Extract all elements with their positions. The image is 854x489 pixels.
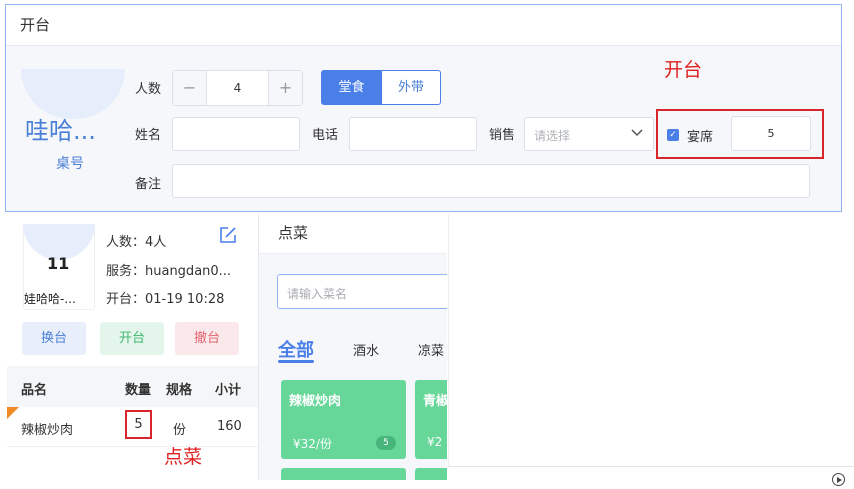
category-tab-drinks[interactable]: 酒水 bbox=[353, 340, 379, 359]
cancel-table-button[interactable]: 撤台 bbox=[175, 322, 239, 355]
row-dish-name: 辣椒炒肉 bbox=[21, 423, 74, 438]
phone-input[interactable] bbox=[349, 117, 477, 151]
column-header-name: 品名 bbox=[21, 383, 48, 398]
banquet-highlight: ✓ 宴席 5 bbox=[656, 109, 824, 159]
column-header-spec: 规格 bbox=[166, 383, 193, 398]
edit-icon[interactable] bbox=[218, 225, 238, 245]
chevron-down-icon bbox=[631, 129, 643, 137]
remark-input[interactable] bbox=[172, 164, 810, 198]
row-corner-marker bbox=[7, 407, 19, 419]
column-header-qty: 数量 bbox=[125, 383, 152, 398]
dish-card[interactable] bbox=[415, 468, 447, 480]
banquet-label: 宴席 bbox=[687, 130, 714, 145]
active-tab-indicator bbox=[278, 360, 314, 363]
dine-in-button[interactable]: 堂食 bbox=[321, 70, 382, 105]
table-number-label: 桌号 bbox=[56, 156, 84, 172]
dialog-header: 开台 bbox=[6, 5, 841, 46]
remark-label: 备注 bbox=[135, 177, 162, 192]
content-area bbox=[448, 214, 730, 466]
dish-card[interactable]: 青椒 ¥2 bbox=[415, 380, 447, 459]
dish-price: ¥2 bbox=[427, 435, 443, 449]
server-info: 服务：huangdan0... bbox=[106, 264, 232, 279]
sales-select-placeholder: 请选择 bbox=[534, 129, 571, 143]
take-out-button[interactable]: 外带 bbox=[381, 70, 441, 105]
people-info: 人数：4人 bbox=[106, 235, 167, 250]
row-subtotal: 160 bbox=[217, 419, 242, 434]
order-panel: 11 娃哈哈-... 人数：4人 服务：huangdan0... 开台：01-1… bbox=[7, 214, 258, 480]
dish-count-badge: 5 bbox=[376, 436, 396, 450]
sales-label: 销售 bbox=[489, 128, 516, 143]
name-input[interactable] bbox=[172, 117, 300, 151]
play-triangle bbox=[837, 477, 842, 483]
dish-name: 辣椒炒肉 bbox=[289, 394, 342, 409]
row-qty[interactable]: 5 bbox=[125, 410, 152, 439]
column-header-subtotal: 小计 bbox=[215, 383, 242, 398]
row-spec: 份 bbox=[173, 423, 187, 438]
bottom-bar bbox=[448, 466, 854, 489]
people-label: 人数 bbox=[135, 82, 162, 97]
open-table-button[interactable]: 开台 bbox=[100, 322, 164, 355]
play-icon[interactable] bbox=[832, 473, 845, 486]
phone-label: 电话 bbox=[312, 128, 339, 143]
table-card-name: 娃哈哈-... bbox=[24, 292, 76, 306]
sales-select[interactable]: 请选择 bbox=[524, 117, 654, 151]
people-count-input[interactable]: 4 bbox=[207, 71, 268, 105]
change-table-button[interactable]: 换台 bbox=[22, 322, 86, 355]
category-tab-all[interactable]: 全部 bbox=[278, 336, 314, 362]
dish-search-input[interactable]: 请输入菜名 bbox=[277, 274, 447, 309]
table-card-number: 11 bbox=[47, 254, 70, 273]
dishes-header: 点菜 bbox=[259, 214, 447, 254]
annotation-order-dish: 点菜 bbox=[164, 446, 203, 468]
name-label: 姓名 bbox=[135, 128, 162, 143]
open-table-dialog: 开台 哇哈... 桌号 人数 − 4 + 堂食 外带 开台 姓名 电话 销售 请… bbox=[5, 4, 842, 212]
dish-search-placeholder: 请输入菜名 bbox=[287, 287, 348, 301]
banquet-count-input[interactable]: 5 bbox=[731, 116, 811, 151]
category-tab-cold-dishes[interactable]: 凉菜 bbox=[418, 340, 444, 359]
dish-name: 青椒 bbox=[423, 394, 447, 409]
table-row[interactable]: 辣椒炒肉 5 份 160 bbox=[7, 407, 258, 447]
open-time-info: 开台：01-19 10:28 bbox=[106, 292, 225, 307]
order-table-header: 品名 数量 规格 小计 bbox=[7, 366, 258, 407]
increment-button[interactable]: + bbox=[268, 71, 302, 105]
decrement-button[interactable]: − bbox=[173, 71, 207, 105]
dish-card[interactable] bbox=[281, 468, 406, 480]
dish-card[interactable]: 辣椒炒肉 ¥32/份 5 bbox=[281, 380, 406, 459]
dialog-title: 开台 bbox=[20, 16, 51, 34]
side-area bbox=[730, 214, 854, 466]
banquet-checkbox[interactable]: ✓ bbox=[667, 129, 679, 141]
dish-price: ¥32/份 bbox=[293, 437, 332, 451]
dishes-title: 点菜 bbox=[278, 224, 309, 242]
banquet-count-value: 5 bbox=[767, 127, 775, 140]
people-stepper: − 4 + bbox=[172, 70, 303, 106]
table-name: 哇哈... bbox=[25, 117, 96, 145]
annotation-open-table: 开台 bbox=[664, 59, 703, 81]
dishes-panel: 点菜 请输入菜名 全部 酒水 凉菜 辣椒炒肉 ¥32/份 5 青椒 ¥2 bbox=[258, 214, 447, 480]
